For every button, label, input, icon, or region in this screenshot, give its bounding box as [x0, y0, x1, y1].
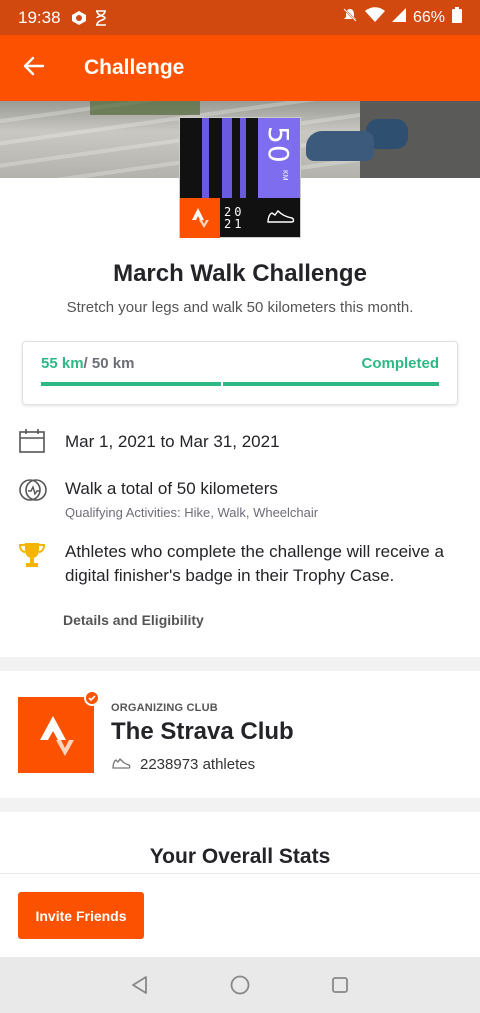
- activity-rings-icon: [18, 478, 48, 507]
- calendar-icon: [18, 428, 46, 459]
- notification-icon: [71, 10, 87, 26]
- qualifying-activities: Qualifying Activities: Hike, Walk, Wheel…: [65, 505, 319, 520]
- badge-unit: KM: [281, 170, 288, 181]
- app-bar: Challenge: [0, 35, 480, 101]
- shoe-icon: [266, 206, 296, 231]
- home-circle-icon[interactable]: [228, 973, 252, 997]
- progress-status: Completed: [361, 355, 439, 372]
- hourglass-icon: [95, 9, 107, 26]
- badge-distance: 50: [262, 126, 295, 164]
- club-logo[interactable]: [18, 697, 94, 773]
- shoe-icon: [111, 756, 131, 777]
- challenge-title: March Walk Challenge: [113, 260, 367, 287]
- progress-card: 55 km/ 50 km Completed: [22, 341, 458, 405]
- progress-bar-fill: [41, 382, 439, 386]
- recents-square-icon[interactable]: [328, 973, 352, 997]
- invite-friends-button[interactable]: Invite Friends: [18, 892, 144, 939]
- progress-current: 55 km: [41, 355, 84, 372]
- challenge-badge: 50 KM 20 21: [179, 117, 301, 238]
- status-bar: 19:38 66%: [0, 0, 480, 35]
- progress-bar: [41, 382, 439, 386]
- organizing-club-label: ORGANIZING CLUB: [111, 702, 218, 714]
- page-title: Challenge: [84, 56, 185, 79]
- strava-logo-icon: [180, 198, 220, 238]
- reward-description: Athletes who complete the challenge will…: [65, 542, 444, 585]
- section-divider: [0, 798, 480, 812]
- progress-value: 55 km/ 50 km: [41, 355, 134, 372]
- mute-icon: [342, 7, 358, 28]
- status-time: 19:38: [18, 7, 61, 27]
- section-divider: [0, 657, 480, 671]
- signal-icon: [391, 7, 406, 28]
- wifi-icon: [364, 7, 385, 28]
- challenge-dates: Mar 1, 2021 to Mar 31, 2021: [65, 432, 280, 451]
- trophy-icon: [18, 541, 46, 574]
- back-triangle-icon[interactable]: [128, 973, 152, 997]
- progress-target: / 50 km: [83, 355, 135, 372]
- club-name[interactable]: The Strava Club: [111, 718, 294, 746]
- back-button[interactable]: [0, 35, 66, 101]
- badge-year: 20 21: [224, 205, 245, 231]
- arrow-left-icon: [23, 55, 45, 82]
- system-nav-bar: [0, 957, 480, 1013]
- club-athlete-count: 2238973 athletes: [140, 756, 256, 773]
- challenge-description: Stretch your legs and walk 50 kilometers…: [66, 299, 414, 316]
- overall-stats-heading: Your Overall Stats: [149, 845, 331, 868]
- bottom-action-bar: Invite Friends: [0, 873, 480, 957]
- challenge-goal: Walk a total of 50 kilometers: [65, 479, 278, 498]
- battery-percent: 66%: [412, 8, 445, 26]
- details-eligibility-link[interactable]: Details and Eligibility: [63, 612, 204, 628]
- battery-icon: [452, 7, 462, 28]
- verified-check-icon: [84, 690, 100, 706]
